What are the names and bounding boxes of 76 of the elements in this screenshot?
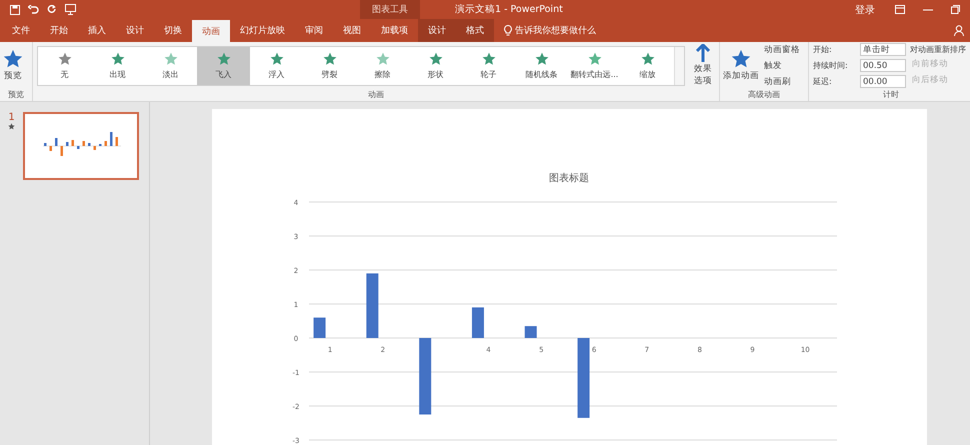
star-icon [640,52,654,66]
ribbon-tab[interactable]: 动画 [192,20,230,42]
ribbon-display-icon[interactable] [895,5,905,14]
star-plus-icon [731,49,751,69]
animation-gallery-item[interactable]: 轮子 [462,47,515,85]
ribbon-tab[interactable]: 设计 [418,19,456,42]
chart-bar [366,273,378,338]
animation-pane-button[interactable]: 动画窗格 [762,42,802,56]
trigger-button[interactable]: 触发 [762,58,802,72]
star-icon [110,52,124,66]
screen-icon[interactable] [65,4,76,15]
star-icon [322,52,336,66]
effect-options-button[interactable]: 效果选项 [687,42,719,89]
ribbon-tab[interactable]: 插入 [78,19,116,42]
minimize-icon[interactable] [923,8,933,10]
star-icon [216,52,230,66]
delay-field[interactable]: 00.00 [860,75,906,88]
star-icon [534,52,548,66]
delay-label: 延迟: [813,76,833,87]
star-play-icon [3,49,23,69]
group-label: 高级动画 [747,89,781,101]
save-icon[interactable] [10,4,20,14]
chart-bar [524,326,537,338]
up-arrow-icon [696,44,710,62]
animation-gallery-item[interactable]: 出现 [91,47,144,85]
animation-gallery-item[interactable]: 缩放 [621,47,674,85]
undo-icon[interactable] [28,4,39,14]
slide-number: 1 [8,112,15,123]
animation-gallery-item[interactable]: 浮入 [250,47,303,85]
context-tab-group: 图表工具 [360,0,420,19]
star-icon [270,52,284,66]
reorder-label: 对动画重新排序 [910,44,966,55]
sign-in-link[interactable]: 登录 [853,2,877,18]
star-icon [428,52,442,66]
ribbon-tab[interactable]: 视图 [333,19,371,42]
ribbon-tab[interactable]: 切换 [154,19,192,42]
group-label: 动画 [367,89,385,101]
animation-gallery-item[interactable]: 擦除 [356,47,409,85]
preview-button[interactable]: 预览 [0,47,26,84]
animation-gallery-item[interactable]: 劈裂 [303,47,356,85]
start-label: 开始: [813,44,833,55]
star-icon [164,52,178,66]
star-icon [482,52,496,66]
star-icon [376,52,390,66]
ribbon-tab[interactable]: 加载项 [371,19,418,42]
group-label: 计时 [882,89,900,101]
group-label: 预览 [7,89,25,101]
start-dropdown[interactable]: 单击时 [860,43,906,56]
duration-field[interactable]: 00.50 [860,59,906,72]
animation-gallery-item[interactable]: 形状 [409,47,462,85]
chart-bar [472,307,484,338]
ribbon-tab[interactable]: 格式 [456,19,494,42]
ribbon-tab[interactable]: 开始 [40,19,78,42]
animation-gallery-item[interactable]: 无 [38,47,91,85]
slide-thumbnail[interactable] [23,112,139,180]
animation-gallery-item[interactable]: 淡出 [144,47,197,85]
chart-bar [314,318,326,338]
animation-gallery-item[interactable]: 随机线条 [515,47,568,85]
redo-icon[interactable] [47,4,57,14]
duration-label: 持续时间: [813,60,849,71]
animation-gallery-item[interactable]: 飞入 [197,47,250,85]
animation-gallery-item[interactable]: 翻转式由远... [568,47,621,85]
chart-title: 图表标题 [549,173,589,184]
window-title: 演示文稿1 - PowerPoint [454,3,564,17]
animation-painter-button[interactable]: 动画刷 [762,74,802,88]
user-icon[interactable] [954,25,964,36]
star-icon [58,52,72,66]
tell-me-field[interactable]: 告诉我你想要做什么 [515,24,596,37]
lightbulb-icon [504,25,512,36]
star-icon [588,52,602,66]
restore-icon[interactable] [951,5,960,14]
ribbon-tab[interactable]: 审阅 [295,19,333,42]
ribbon-tab[interactable]: 设计 [116,19,154,42]
add-animation-button[interactable]: 添加动画 [720,47,762,84]
ribbon-tab[interactable]: 幻灯片放映 [230,19,295,42]
ribbon-tab[interactable]: 文件 [2,19,40,42]
